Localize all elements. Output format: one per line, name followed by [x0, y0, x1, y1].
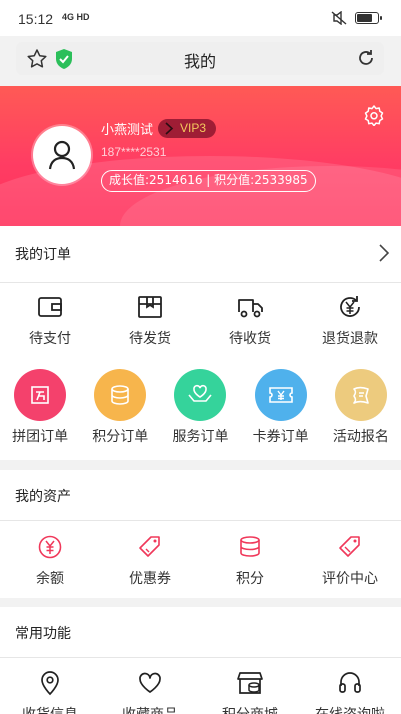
points-stack-icon: [240, 536, 260, 557]
order-refund[interactable]: 退货退款: [300, 294, 400, 348]
avatar[interactable]: [33, 126, 91, 184]
points-orders-icon-bg: [94, 369, 147, 421]
favorite-products-label: 收藏商品: [100, 704, 200, 714]
settings-gear-icon[interactable]: [363, 104, 385, 126]
order-pending-shipment[interactable]: 待发货: [100, 294, 200, 348]
order-pending-receipt[interactable]: 待收货: [200, 294, 300, 348]
divider: [0, 282, 401, 283]
coins-icon: [111, 385, 130, 405]
yen-circle-icon: [38, 535, 62, 559]
ticket-orders[interactable]: 卡券订单: [241, 369, 321, 446]
special-orders-row: 拼团订单 积分订单 服务订单 卡券订单 活动报名: [0, 369, 401, 446]
clock: 15:12: [18, 11, 54, 27]
status-right: [331, 11, 382, 25]
coupon-tag-icon: [139, 536, 160, 557]
shipping-address[interactable]: 收货信息: [0, 670, 100, 714]
ticket-orders-label: 卡券订单: [252, 429, 309, 445]
review-tag-icon: [339, 536, 360, 557]
group-buy-icon-bg: [14, 369, 67, 421]
asset-review-center[interactable]: 评价中心: [300, 534, 400, 588]
profile-banner: 小燕测试 VIP3 187****2531 成长值:2514616 | 积分值:…: [0, 86, 401, 226]
asset-review-center-label: 评价中心: [322, 571, 378, 587]
asset-balance-label: 余额: [36, 571, 64, 587]
page-title: 我的: [183, 52, 216, 71]
headset-icon: [339, 672, 361, 693]
order-pending-payment[interactable]: 待支付: [0, 294, 100, 348]
asset-coupons-label: 优惠券: [129, 571, 171, 587]
order-pending-receipt-label: 待收货: [229, 331, 271, 347]
service-orders-icon-bg: [174, 369, 227, 421]
common-section: 常用功能 收货信息 收藏商品 积分商城 在线咨询啦: [0, 607, 401, 714]
order-pending-payment-label: 待支付: [29, 331, 71, 347]
store-icon: [237, 672, 263, 694]
vip-badge: VIP3: [158, 119, 216, 138]
event-signup[interactable]: 活动报名: [321, 369, 401, 446]
box-icon: [138, 296, 162, 318]
common-row: 收货信息 收藏商品 积分商城 在线咨询啦: [0, 670, 401, 714]
orders-title[interactable]: 我的订单: [15, 244, 71, 264]
asset-points[interactable]: 积分: [200, 534, 300, 588]
order-refund-label: 退货退款: [322, 331, 378, 347]
assets-title: 我的资产: [15, 489, 71, 505]
favorite-products[interactable]: 收藏商品: [100, 670, 200, 714]
divider: [0, 520, 401, 521]
online-consultation-label: 在线咨询啦: [300, 704, 400, 714]
user-icon: [48, 140, 76, 170]
heart-hands-icon: [188, 384, 213, 402]
shipping-address-label: 收货信息: [0, 704, 100, 714]
browser-url-bar: 我的: [16, 42, 384, 75]
mute-icon: [331, 11, 347, 25]
status-bar: 15:12 4G HD: [0, 0, 401, 36]
truck-icon: [238, 299, 263, 318]
service-orders[interactable]: 服务订单: [160, 369, 240, 446]
divider: [0, 657, 401, 658]
assets-section: 我的资产 余额 优惠券 积分 评价中心: [0, 470, 401, 598]
points-orders[interactable]: 积分订单: [80, 369, 160, 446]
service-orders-label: 服务订单: [172, 429, 229, 445]
points-mall[interactable]: 积分商城: [200, 670, 300, 714]
chevron-right-icon[interactable]: [379, 244, 389, 262]
chevron-right-icon: [165, 122, 174, 135]
vip-level: VIP3: [180, 121, 207, 135]
ticket-orders-icon-bg: [254, 369, 307, 421]
order-pending-shipment-label: 待发货: [129, 331, 171, 347]
network-indicator: 4G HD: [62, 12, 90, 22]
asset-balance[interactable]: 余额: [0, 534, 100, 588]
asset-coupons[interactable]: 优惠券: [100, 534, 200, 588]
user-phone: 187****2531: [101, 145, 167, 159]
online-consultation[interactable]: 在线咨询啦: [300, 670, 400, 714]
ticket-icon: [268, 387, 293, 403]
refund-icon: [340, 296, 360, 317]
asset-points-label: 积分: [236, 571, 264, 587]
event-signup-label: 活动报名: [332, 429, 389, 445]
reload-icon[interactable]: [356, 48, 376, 68]
points-orders-label: 积分订单: [92, 429, 149, 445]
order-status-row: 待支付 待发货 待收货 退货退款: [0, 294, 401, 348]
heart-icon: [139, 672, 161, 693]
group-buy-orders-label: 拼团订单: [12, 429, 69, 445]
flag-icon: [353, 386, 369, 404]
orders-section: 我的订单 待支付 待发货 待收货 退货退款 拼团订单 积分订单 服务订单 卡券订…: [0, 226, 401, 460]
growth-points-stats: 成长值:2514616 | 积分值:2533985: [101, 170, 316, 192]
points-mall-label: 积分商城: [200, 704, 300, 714]
common-title: 常用功能: [15, 626, 71, 642]
group-buy-orders[interactable]: 拼团订单: [0, 369, 80, 446]
battery-icon: [355, 12, 382, 24]
group-buy-icon: [31, 386, 49, 404]
user-name: 小燕测试: [101, 123, 154, 138]
wallet-icon: [38, 297, 62, 317]
location-pin-icon: [41, 671, 59, 696]
event-signup-icon-bg: [334, 369, 387, 421]
assets-row: 余额 优惠券 积分 评价中心: [0, 534, 401, 588]
